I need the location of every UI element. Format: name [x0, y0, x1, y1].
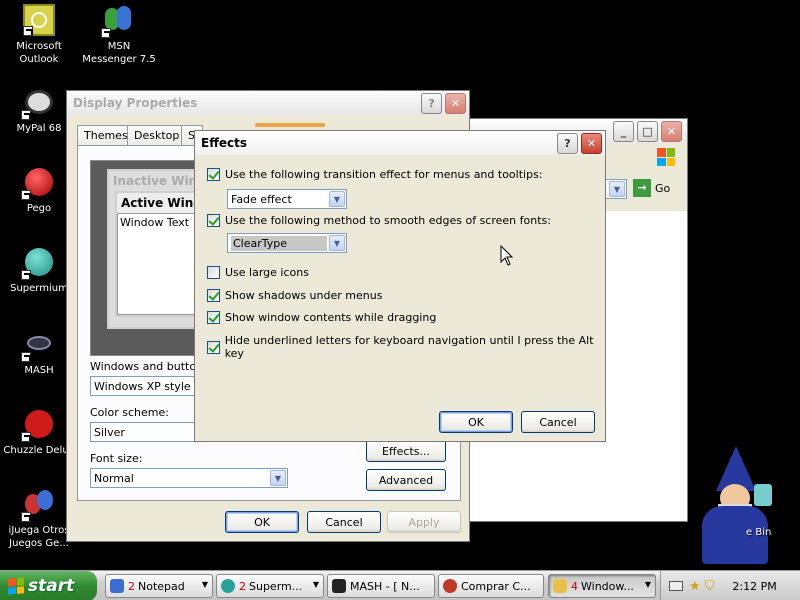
desktop-icon-outlook[interactable]: Microsoft Outlook — [0, 4, 78, 66]
display-properties-ok-button[interactable]: OK — [225, 511, 299, 533]
notepad-icon — [110, 579, 124, 593]
menu-shadows-checkbox[interactable] — [207, 289, 220, 302]
help-icon: ? — [564, 137, 571, 150]
effects-option-hide-underlines[interactable]: Hide underlined letters for keyboard nav… — [207, 334, 605, 360]
hide-underlines-checkbox[interactable] — [207, 340, 220, 354]
task-mash[interactable]: MASH - [ N... — [327, 574, 435, 598]
large-icons-checkbox[interactable] — [207, 266, 220, 279]
chevron-down-icon: ▼ — [201, 580, 208, 589]
font-smoothing-select[interactable]: ClearType ▼ — [227, 233, 347, 253]
star-icon[interactable]: ★ — [689, 579, 701, 594]
effects-close-button[interactable]: ✕ — [581, 133, 602, 154]
chevron-down-icon: ▼ — [329, 191, 345, 207]
minimize-icon: _ — [620, 125, 627, 138]
security-shield-icon[interactable]: ⛉ — [705, 579, 715, 594]
display-properties-titlebar[interactable]: Display Properties — [67, 91, 469, 115]
windows-logo-icon — [8, 577, 24, 595]
effects-option-menu-shadows[interactable]: Show shadows under menus — [207, 289, 382, 302]
chevron-down-icon: ▼ — [312, 580, 319, 589]
effects-option-large-icons[interactable]: Use large icons — [207, 266, 309, 279]
smooth-fonts-checkbox[interactable] — [207, 214, 220, 227]
effects-option-drag-contents[interactable]: Show window contents while dragging — [207, 311, 436, 324]
supermium-icon — [221, 579, 235, 593]
preview-window-text: Window Text — [120, 216, 190, 229]
effects-dialog[interactable]: Effects ? ✕ Use the following transition… — [194, 130, 606, 442]
effects-titlebar[interactable]: Effects — [195, 131, 605, 155]
display-properties-apply-button[interactable]: Apply — [387, 511, 461, 533]
close-icon: ✕ — [450, 97, 461, 110]
close-icon: ✕ — [586, 137, 597, 150]
supermium-icon — [21, 246, 55, 280]
font-size-label: Font size: — [90, 452, 143, 465]
display-properties-cancel-button[interactable]: Cancel — [307, 511, 381, 533]
mypal-icon — [21, 86, 55, 120]
transition-effect-select[interactable]: Fade effect ▼ — [227, 189, 347, 209]
windows-logo-icon — [657, 148, 675, 166]
task-windows-explorer[interactable]: 4 Window... ▼ — [548, 574, 656, 598]
mouse-cursor-icon — [500, 245, 514, 266]
folder-icon — [553, 579, 567, 593]
browser-icon — [443, 579, 457, 593]
explorer-maximize-button[interactable]: □ — [637, 121, 658, 142]
effects-option-smooth-fonts[interactable]: Use the following method to smooth edges… — [207, 214, 551, 227]
desktop-icon-recycle-bin[interactable]: e Bin — [746, 526, 800, 539]
task-notepad[interactable]: 2 Notepad ▼ — [105, 574, 213, 598]
help-icon: ? — [428, 97, 435, 110]
drag-contents-checkbox[interactable] — [207, 311, 220, 324]
effects-option-transition[interactable]: Use the following transition effect for … — [207, 168, 543, 181]
taskbar: start 2 Notepad ▼ 2 Superm... ▼ MASH - [ N… — [0, 570, 800, 600]
system-tray: ★ ⛉ 2:12 PM — [660, 571, 800, 600]
maximize-icon: □ — [642, 125, 653, 138]
explorer-minimize-button[interactable]: _ — [613, 121, 634, 142]
display-properties-title: Display Properties — [73, 96, 198, 110]
windows-buttons-label: Windows and buttons — [90, 360, 209, 373]
desktop-icon-msn-messenger[interactable]: MSN Messenger 7.5 — [80, 4, 158, 66]
go-arrow-icon: → — [633, 179, 651, 197]
chevron-down-icon: ▼ — [270, 470, 286, 486]
close-icon: ✕ — [666, 125, 677, 138]
advanced-button[interactable]: Advanced — [366, 469, 446, 491]
mash-icon — [21, 328, 55, 362]
msn-messenger-icon — [101, 4, 135, 38]
effects-ok-button[interactable]: OK — [439, 411, 513, 433]
task-supermium[interactable]: 2 Superm... ▼ — [216, 574, 324, 598]
mash-icon — [332, 579, 346, 593]
wizard-assistant[interactable] — [696, 446, 776, 566]
font-size-select[interactable]: Normal ▼ — [90, 468, 288, 488]
outlook-icon — [23, 4, 55, 36]
explorer-go-button[interactable]: → Go — [633, 179, 670, 197]
system-clock[interactable]: 2:12 PM — [732, 580, 776, 593]
task-comprar[interactable]: Comprar C... — [438, 574, 544, 598]
pego-icon — [21, 166, 55, 200]
chevron-down-icon: ▼ — [609, 181, 625, 197]
desktop: Microsoft Outlook MSN Messenger 7.5 MyPa… — [0, 0, 800, 570]
start-button[interactable]: start — [0, 571, 97, 600]
effects-cancel-button[interactable]: Cancel — [521, 411, 595, 433]
tab-desktop[interactable]: Desktop — [127, 125, 187, 145]
effects-help-button[interactable]: ? — [557, 133, 578, 154]
explorer-close-button[interactable]: ✕ — [661, 121, 682, 142]
effects-title: Effects — [201, 136, 248, 150]
color-scheme-label: Color scheme: — [90, 406, 169, 419]
display-properties-help-button[interactable]: ? — [421, 93, 442, 114]
chuzzle-icon — [21, 408, 55, 442]
keyboard-icon[interactable] — [669, 581, 683, 591]
effects-button[interactable]: Effects... — [366, 440, 446, 462]
chevron-down-icon: ▼ — [329, 235, 345, 251]
chevron-down-icon: ▼ — [644, 580, 651, 589]
ijuega-icon — [21, 488, 55, 522]
transition-checkbox[interactable] — [207, 168, 220, 181]
tab-appearance-highlight — [255, 123, 325, 127]
display-properties-close-button[interactable]: ✕ — [445, 93, 466, 114]
